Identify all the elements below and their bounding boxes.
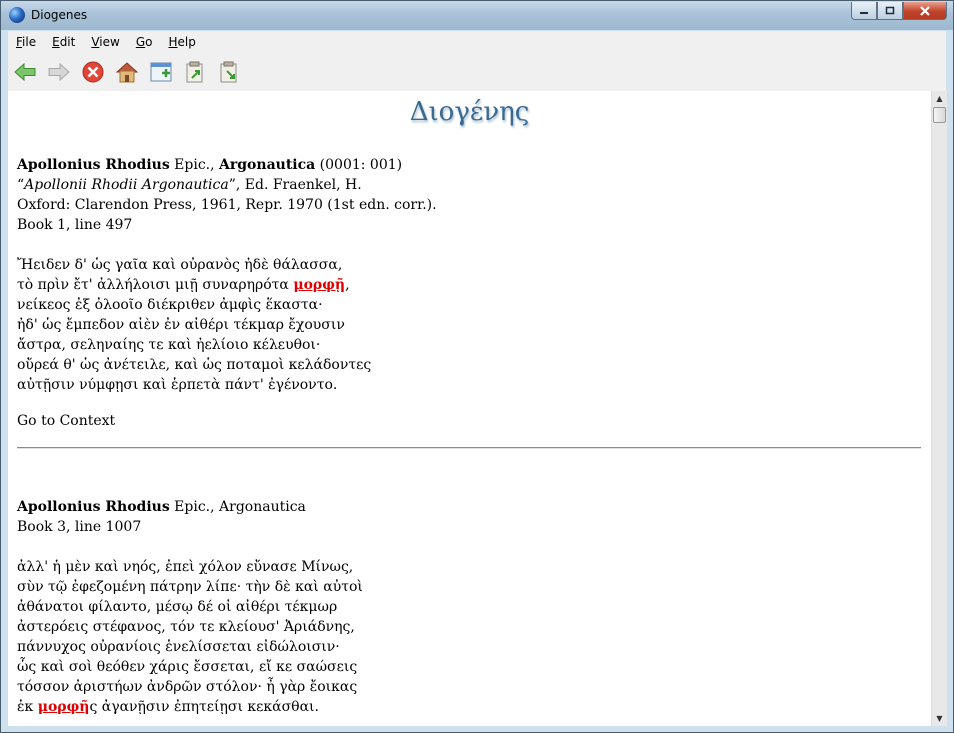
result-2-genre-work: Epic., Argonautica: [169, 499, 306, 515]
result-1-work: Argonautica: [219, 157, 316, 173]
maximize-icon: [885, 6, 895, 14]
passage-line: Ἤειδεν δ' ὡς γαῖα καὶ οὐρανὸς ἠδὲ θάλασσ…: [17, 257, 343, 273]
menu-go-rest: o: [145, 35, 153, 49]
scroll-down-arrow-icon[interactable]: ▼: [932, 711, 947, 726]
result-2-citation: Apollonius Rhodius Epic., Argonautica: [17, 497, 306, 517]
close-button[interactable]: [903, 2, 947, 20]
result-1-genre: Epic.,: [169, 157, 220, 173]
passage-line: ἀθάνατοι φίλαντο, μέσῳ δέ οἱ αἰθέρι τέκμ…: [17, 599, 338, 615]
diogenes-globe-icon: [9, 7, 25, 23]
title-bar[interactable]: Diogenes: [1, 1, 953, 30]
result-2-header: Apollonius Rhodius Epic., Argonautica Bo…: [17, 497, 306, 537]
export-button[interactable]: [182, 59, 208, 85]
result-1-edition-title: Apollonii Rhodii Argonautica: [24, 177, 229, 193]
result-2-author: Apollonius Rhodius: [17, 499, 170, 515]
forward-icon: [48, 62, 70, 82]
result-2-location: Book 3, line 1007: [17, 519, 142, 535]
import-button[interactable]: [216, 59, 242, 85]
result-1-passage: Ἤειδεν δ' ὡς γαῖα καὶ οὐρανὸς ἠδὲ θάλασσ…: [17, 255, 371, 395]
search-hit-link[interactable]: μορφῆ: [38, 699, 90, 715]
forward-button[interactable]: [46, 59, 72, 85]
back-icon: [14, 62, 36, 82]
passage-line: σὺν τῷ ἐφεζομένη πάτρην λίπε· τὴν δὲ καὶ…: [17, 579, 363, 595]
passage-line: ἄστρα, σεληναίης τε καὶ ἠελίοιο κέλευθοι…: [17, 337, 321, 353]
close-icon: [920, 5, 930, 16]
search-hit-link[interactable]: μορφῇ: [293, 277, 345, 293]
go-to-context-link[interactable]: Go to Context: [17, 411, 115, 431]
passage-text: τὸ πρὶν ἔτ' ἀλλήλοισι μιῇ συναρηρότα: [17, 277, 294, 293]
passage-line: πάννυχος οὐρανίοις ἑνελίσσεται εἰδώλοισι…: [17, 639, 340, 655]
menu-edit-rest: dit: [59, 35, 76, 49]
maximize-button[interactable]: [877, 2, 903, 20]
menu-help-mnemonic: H: [168, 35, 178, 49]
passage-line: ἠδ' ὡς ἔμπεδον αἰὲν ἐν αἰθέρι τέκμαρ ἔχο…: [17, 317, 345, 333]
new-search-icon: [150, 62, 172, 82]
minimize-icon: [860, 11, 868, 14]
result-1-author: Apollonius Rhodius: [17, 157, 170, 173]
window-controls: [851, 2, 947, 21]
menu-go[interactable]: Go: [128, 35, 161, 49]
menu-bar: File Edit View Go Help: [8, 31, 946, 53]
home-button[interactable]: [114, 59, 140, 85]
passage-text: ,: [345, 277, 350, 293]
export-icon: [186, 61, 203, 83]
scrollbar-thumb[interactable]: [933, 107, 946, 123]
window-title: Diogenes: [31, 8, 88, 22]
result-1-editor: ”, Ed. Fraenkel, H.: [228, 177, 362, 193]
app-window: Diogenes File Edit View Go Help Διογένης…: [0, 0, 954, 733]
toolbar: [8, 53, 946, 91]
menu-help-rest: elp: [177, 35, 196, 49]
menu-help[interactable]: Help: [160, 35, 203, 49]
passage-line: νείκεος ἐξ ὀλοοῖο διέκριθεν ἀμφὶς ἕκαστα…: [17, 297, 323, 313]
passage-line: τὸ πρὶν ἔτ' ἀλλήλοισι μιῇ συναρηρότα μορ…: [17, 275, 371, 295]
results-pane: Διογένης Apollonius Rhodius Epic., Argon…: [8, 91, 931, 726]
result-divider: [17, 447, 921, 449]
result-1-location: Book 1, line 497: [17, 217, 133, 233]
passage-text: ς ἀγανῇσιν ἐπητείῃσι κεκάσθαι.: [89, 699, 319, 715]
stop-button[interactable]: [80, 59, 106, 85]
passage-line: οὔρεά θ' ὡς ἀνέτειλε, καὶ ὡς ποταμοὶ κελ…: [17, 357, 372, 373]
import-icon: [220, 61, 237, 83]
result-1-code: (0001: 001): [315, 157, 403, 173]
minimize-button[interactable]: [851, 2, 877, 20]
result-1-citation: Apollonius Rhodius Epic., Argonautica (0…: [17, 155, 437, 175]
passage-line: ἀλλ' ἡ μὲν καὶ νηός, ἐπεὶ χόλον εὔνασε Μ…: [17, 559, 354, 575]
result-2-passage: ἀλλ' ἡ μὲν καὶ νηός, ἐπεὶ χόλον εὔνασε Μ…: [17, 557, 363, 717]
menu-go-mnemonic: G: [135, 35, 146, 49]
passage-line: ὧς καὶ σοὶ θεόθεν χάρις ἔσσεται, εἴ κε σ…: [17, 659, 358, 675]
diogenes-logo: Διογένης: [409, 97, 530, 127]
menu-view-rest: iew: [99, 35, 120, 49]
passage-line: αὐτῇσιν νύμφῃσι καὶ ἑρπετὰ πάντ' ἐγένοντ…: [17, 377, 338, 393]
vertical-scrollbar[interactable]: ▲ ▼: [931, 91, 947, 726]
passage-line: ἐκ μορφῆς ἀγανῇσιν ἐπητείῃσι κεκάσθαι.: [17, 697, 363, 717]
stop-icon: [82, 61, 104, 83]
new-search-button[interactable]: [148, 59, 174, 85]
back-button[interactable]: [12, 59, 38, 85]
home-icon: [115, 62, 139, 83]
result-1-publisher: Oxford: Clarendon Press, 1961, Repr. 197…: [17, 197, 437, 213]
menu-edit[interactable]: Edit: [44, 35, 83, 49]
passage-line: ἀστερόεις στέφανος, τόν τε κλείουσ' Ἀριά…: [17, 619, 355, 635]
menu-edit-mnemonic: E: [52, 35, 60, 49]
result-1-header: Apollonius Rhodius Epic., Argonautica (0…: [17, 155, 437, 235]
passage-text: ἐκ: [17, 699, 38, 715]
menu-file[interactable]: File: [8, 35, 44, 49]
result-1-edition: “Apollonii Rhodii Argonautica”, Ed. Frae…: [17, 175, 437, 195]
passage-line: τόσσον ἀριστήων ἀνδρῶν στόλον· ἦ γὰρ ἔοι…: [17, 679, 358, 695]
menu-view[interactable]: View: [83, 35, 127, 49]
scroll-up-arrow-icon[interactable]: ▲: [932, 91, 947, 106]
menu-file-rest: ile: [22, 35, 37, 49]
